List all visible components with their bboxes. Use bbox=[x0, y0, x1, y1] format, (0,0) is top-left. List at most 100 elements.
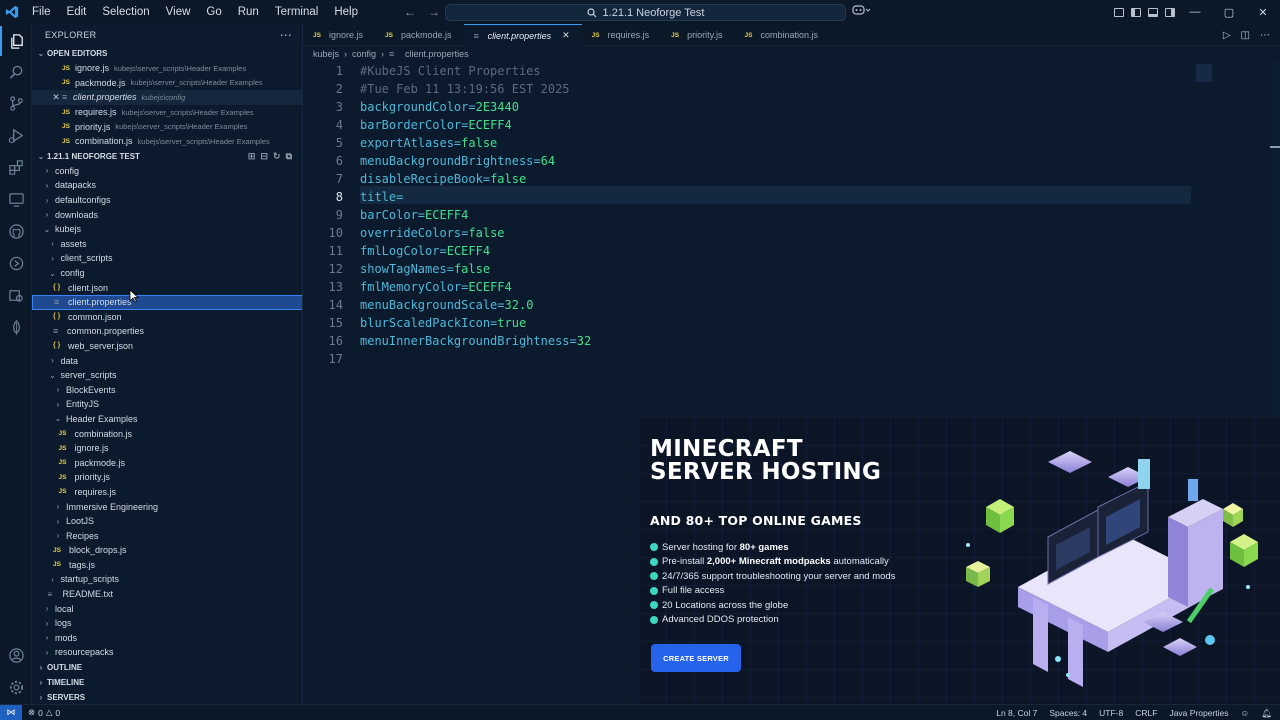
tree-item[interactable]: › datapacks bbox=[32, 178, 302, 193]
tree-item[interactable]: › downloads bbox=[32, 207, 302, 222]
close-icon[interactable]: ✕ bbox=[50, 92, 62, 103]
indentation[interactable]: Spaces: 4 bbox=[1049, 708, 1087, 718]
forward-arrow-icon[interactable]: → bbox=[428, 5, 440, 19]
menu-run[interactable]: Run bbox=[230, 0, 267, 24]
editor-scrollbar-thumb[interactable] bbox=[1270, 146, 1280, 148]
tree-item[interactable]: ≡ README.txt bbox=[32, 587, 302, 602]
close-icon[interactable]: ✕ bbox=[562, 30, 570, 41]
menu-terminal[interactable]: Terminal bbox=[267, 0, 326, 24]
tree-item[interactable]: › resourcepacks bbox=[32, 645, 302, 660]
copilot-status-icon[interactable]: ☺ bbox=[1241, 708, 1250, 718]
tree-item[interactable]: › data bbox=[32, 353, 302, 368]
tree-item[interactable]: › local bbox=[32, 601, 302, 616]
section-outline[interactable]: › OUTLINE bbox=[32, 660, 302, 675]
tab-requires-js[interactable]: JS requires.js bbox=[582, 24, 662, 46]
tree-item[interactable]: JS priority.js bbox=[32, 470, 302, 485]
breadcrumb-item[interactable]: config bbox=[352, 49, 376, 59]
create-server-button[interactable]: CREATE SERVER bbox=[651, 644, 741, 672]
open-editor-item[interactable]: JS requires.js kubejs\server_scripts\Heade… bbox=[32, 105, 302, 120]
back-arrow-icon[interactable]: ← bbox=[404, 5, 416, 19]
run-icon[interactable]: ▷ bbox=[1223, 30, 1231, 41]
minimap[interactable] bbox=[1196, 64, 1212, 82]
tree-item[interactable]: ≡ common.properties bbox=[32, 324, 302, 339]
split-editor-icon[interactable]: ◫ bbox=[1241, 30, 1250, 41]
tree-item[interactable]: ⌄ server_scripts bbox=[32, 368, 302, 383]
search-sidebar-icon[interactable] bbox=[0, 57, 32, 87]
github-icon[interactable] bbox=[0, 216, 32, 246]
remote-indicator-icon[interactable]: ⋈ bbox=[0, 704, 22, 720]
workspace-header[interactable]: ⌄ 1.21.1 NEOFORGE TEST ⊞ ⊟ ↻ ⧉ bbox=[32, 149, 302, 164]
tree-item[interactable]: › config bbox=[32, 164, 302, 179]
remote-explorer-icon[interactable] bbox=[0, 184, 32, 214]
breadcrumb-item[interactable]: kubejs bbox=[313, 49, 339, 59]
tree-item[interactable]: › BlockEvents bbox=[32, 382, 302, 397]
section-servers[interactable]: › SERVERS bbox=[32, 690, 302, 704]
open-editor-item[interactable]: JS priority.js kubejs\server_scripts\Heade… bbox=[32, 119, 302, 134]
run-debug-icon[interactable] bbox=[0, 120, 32, 150]
tree-item[interactable]: JS tags.js bbox=[32, 558, 302, 573]
tree-item[interactable]: › Recipes bbox=[32, 528, 302, 543]
tree-item[interactable]: ⌄ kubejs bbox=[32, 222, 302, 237]
tree-item[interactable]: ⌄ Header Examples bbox=[32, 412, 302, 427]
open-editor-item[interactable]: JS packmode.js kubejs\server_scripts\Heade… bbox=[32, 76, 302, 91]
tree-item[interactable]: › startup_scripts bbox=[32, 572, 302, 587]
settings-gear-icon[interactable] bbox=[0, 672, 32, 702]
more-actions-icon[interactable]: ⋯ bbox=[1260, 30, 1270, 41]
section-timeline[interactable]: › TIMELINE bbox=[32, 675, 302, 690]
layout-icon[interactable] bbox=[1110, 0, 1127, 24]
docker-icon[interactable] bbox=[0, 280, 32, 310]
account-icon[interactable] bbox=[0, 640, 32, 670]
tree-item[interactable]: › mods bbox=[32, 631, 302, 646]
tree-item[interactable]: › LootJS bbox=[32, 514, 302, 529]
menu-edit[interactable]: Edit bbox=[59, 0, 95, 24]
menu-file[interactable]: File bbox=[24, 0, 59, 24]
problems-indicator[interactable]: ⊗ 0 △ 0 bbox=[28, 707, 60, 718]
open-editors-header[interactable]: ⌄ OPEN EDITORS bbox=[32, 46, 302, 61]
tree-item[interactable]: JS ignore.js bbox=[32, 441, 302, 456]
cursor-position[interactable]: Ln 8, Col 7 bbox=[996, 708, 1037, 718]
menu-selection[interactable]: Selection bbox=[94, 0, 157, 24]
menu-help[interactable]: Help bbox=[326, 0, 366, 24]
tree-item[interactable]: › defaultconfigs bbox=[32, 193, 302, 208]
tree-item[interactable]: { } web_server.json bbox=[32, 339, 302, 354]
notifications-bell-icon[interactable]: 🔔︎ bbox=[1261, 708, 1272, 719]
toggle-panel-icon[interactable] bbox=[1144, 0, 1161, 24]
breadcrumb-item[interactable]: client.properties bbox=[405, 49, 469, 59]
copilot-icon[interactable] bbox=[852, 4, 872, 19]
tree-item[interactable]: › assets bbox=[32, 237, 302, 252]
open-editor-item[interactable]: JS ignore.js kubejs\server_scripts\Header … bbox=[32, 61, 302, 76]
new-folder-icon[interactable]: ⊟ bbox=[260, 151, 268, 162]
minimize-icon[interactable]: — bbox=[1178, 0, 1212, 24]
mongodb-leaf-icon[interactable] bbox=[0, 312, 32, 342]
tree-item[interactable]: › Immersive Engineering bbox=[32, 499, 302, 514]
tree-item[interactable]: › client_scripts bbox=[32, 251, 302, 266]
tree-item[interactable]: ⌄ config bbox=[32, 266, 302, 281]
menu-view[interactable]: View bbox=[158, 0, 199, 24]
refresh-icon[interactable]: ↻ bbox=[273, 151, 281, 162]
collapse-all-icon[interactable]: ⧉ bbox=[286, 151, 292, 162]
tree-item[interactable]: JS block_drops.js bbox=[32, 543, 302, 558]
maximize-icon[interactable]: ▢ bbox=[1212, 0, 1246, 24]
command-center[interactable]: 1.21.1 Neoforge Test bbox=[445, 4, 846, 21]
new-file-icon[interactable]: ⊞ bbox=[248, 151, 256, 162]
tree-item[interactable]: › EntityJS bbox=[32, 397, 302, 412]
tree-item[interactable]: { } common.json bbox=[32, 310, 302, 325]
tab-priority-js[interactable]: JS priority.js bbox=[661, 24, 734, 46]
language-mode[interactable]: Java Properties bbox=[1169, 708, 1228, 718]
encoding[interactable]: UTF-8 bbox=[1099, 708, 1123, 718]
tree-item[interactable]: JS combination.js bbox=[32, 426, 302, 441]
tab-client-properties[interactable]: ≡ client.properties ✕ bbox=[463, 24, 582, 46]
tree-item[interactable]: › logs bbox=[32, 616, 302, 631]
tree-item[interactable]: JS packmode.js bbox=[32, 455, 302, 470]
open-editor-item[interactable]: JS combination.js kubejs\server_scripts\He… bbox=[32, 134, 302, 149]
tree-item[interactable]: JS requires.js bbox=[32, 485, 302, 500]
menu-go[interactable]: Go bbox=[198, 0, 229, 24]
tab-combination-js[interactable]: JS combination.js bbox=[735, 24, 831, 46]
tab-packmode-js[interactable]: JS packmode.js bbox=[375, 24, 464, 46]
toggle-sidebar-icon[interactable] bbox=[1127, 0, 1144, 24]
tree-item[interactable]: { } client.json bbox=[32, 280, 302, 295]
open-editor-item[interactable]: ✕ ≡ client.properties kubejs\config bbox=[32, 90, 302, 105]
more-actions-icon[interactable]: ⋯ bbox=[280, 28, 292, 42]
source-control-icon[interactable] bbox=[0, 88, 32, 118]
timeline-icon[interactable] bbox=[0, 248, 32, 278]
